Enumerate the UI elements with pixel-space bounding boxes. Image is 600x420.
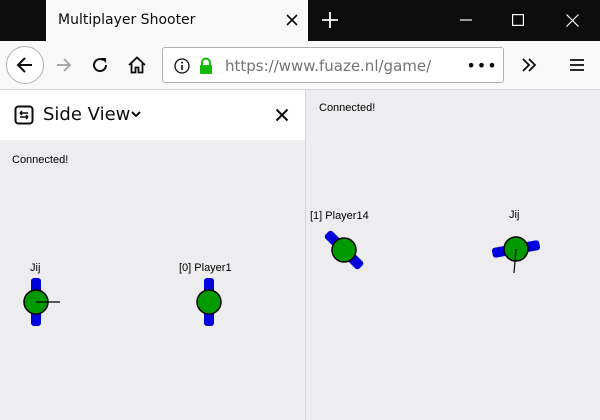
sidebar: Side View Connected! Jij [0] Player1 (0, 90, 306, 420)
navigation-toolbar: https://www.fuaze.nl/game/ ••• (0, 41, 600, 90)
home-button[interactable] (121, 49, 153, 81)
page-actions-button[interactable]: ••• (466, 52, 497, 78)
sidebar-title[interactable]: Side View (43, 104, 130, 125)
player-body (331, 237, 357, 263)
player-label: [0] Player1 (179, 262, 232, 274)
info-icon[interactable] (173, 57, 191, 75)
maximize-button[interactable] (498, 4, 538, 36)
game-canvas[interactable]: Connected! [1] Player14 Jij (306, 90, 600, 420)
browser-tab[interactable]: Multiplayer Shooter (46, 0, 308, 41)
player-label: [1] Player14 (310, 210, 369, 222)
url-host: https://www.fuaze.nl (225, 57, 379, 75)
menu-icon (570, 59, 584, 71)
lock-icon[interactable] (197, 57, 215, 75)
tab-close-button[interactable] (280, 8, 304, 32)
overflow-button[interactable] (513, 49, 545, 81)
close-icon (286, 14, 298, 26)
url-text[interactable]: https://www.fuaze.nl/game/ (225, 57, 431, 75)
overflow-icon (522, 58, 537, 72)
minimize-button[interactable] (446, 4, 486, 36)
sidebar-header: Side View (0, 90, 305, 140)
home-icon (128, 56, 146, 74)
player-body (196, 289, 222, 315)
tab-title: Multiplayer Shooter (58, 12, 196, 28)
new-tab-button[interactable] (316, 6, 344, 34)
player-sprite (23, 278, 60, 326)
sidebar-status-text: Connected! (12, 154, 69, 166)
url-bar[interactable]: https://www.fuaze.nl/game/ ••• (162, 47, 504, 83)
player-label: Jij (509, 209, 520, 221)
back-button[interactable] (6, 46, 44, 84)
menu-button[interactable] (561, 49, 593, 81)
main-status-text: Connected! (319, 102, 376, 114)
forward-button[interactable] (48, 49, 80, 81)
title-bar: Multiplayer Shooter (0, 0, 600, 41)
url-path: /game/ (378, 57, 432, 75)
reload-button[interactable] (84, 49, 116, 81)
player-label: Jij (30, 262, 41, 274)
minimize-icon (460, 19, 472, 21)
chevron-down-icon[interactable] (130, 108, 142, 120)
sidebar-icon (14, 105, 34, 125)
back-icon (16, 57, 32, 73)
reload-icon (93, 58, 108, 73)
player-sprite (196, 278, 222, 326)
player-sprite (324, 230, 364, 270)
sidebar-close-button[interactable] (270, 103, 294, 127)
close-icon (565, 13, 579, 27)
player-sprite (491, 236, 541, 274)
forward-icon (57, 58, 72, 72)
plus-icon (322, 12, 338, 28)
close-icon (275, 108, 289, 122)
window-close-button[interactable] (552, 4, 592, 36)
maximize-icon (512, 14, 524, 26)
